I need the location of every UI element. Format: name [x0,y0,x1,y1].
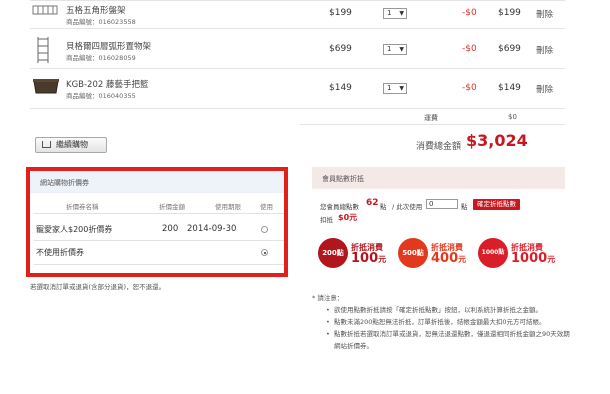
discount-value: -$0 [462,8,477,18]
coupon-radio[interactable] [261,226,268,233]
deduct-value: $0元 [338,213,358,222]
delete-link[interactable]: 刪除 [536,44,553,56]
total-value: $3,024 [466,131,528,150]
product-name[interactable]: KGB-202 藤藝手把籃 [66,78,149,90]
discount-value: -$0 [462,44,477,54]
cart-icon [42,141,51,148]
chevron-down-icon: ▼ [399,46,404,53]
note-item: 點數未滿200點恕無法折抵，訂單折抵後，結帳金額最大扣0元方可結帳。 [312,316,572,328]
points-badge-500: 500點 折抵消費 400元 [398,238,478,268]
points-have-value: 62 [366,198,379,208]
product-code: 商品編號：016040355 [66,92,136,100]
shipping-value: $0 [508,113,517,121]
col-coupon-amount: 折價金額 [159,203,185,211]
note-item: 欲使用點數折抵請按「確定折抵點數」按鈕，以利系統計算折抵之金額。 [312,304,572,316]
delete-link[interactable]: 刪除 [536,8,553,20]
col-coupon-use: 使用 [260,203,273,211]
coupon-name: 寵愛家人$200折價券 [36,225,113,234]
chevron-down-icon: ▼ [399,10,404,17]
product-price: $199 [329,8,352,18]
confirm-points-button[interactable]: 確定折抵點數 [473,199,520,210]
no-coupon-radio[interactable] [261,249,268,256]
deduct-label: 扣抵 [320,216,333,224]
subtotal-value: $699 [498,44,521,54]
note-item: 點數折抵若選取消訂單或退貨，恕無法退還點數，僅退還相同折抵金額之90天效期網站折… [312,328,572,352]
product-price: $149 [329,83,352,93]
points-badge-200: 200點 折抵消費 100元 [318,238,398,268]
points-panel-title: 會員點數折抵 [312,167,565,189]
product-code: 商品編號：016023558 [66,18,136,26]
continue-shopping-button[interactable]: 繼續購物 [35,137,107,153]
total-label: 消費總金額 [416,142,462,152]
dish-rack-thumbnail [32,5,58,15]
points-unit: 點 [380,203,387,211]
notes-section: * 請注意： 欲使用點數折抵請按「確定折抵點數」按鈕，以利系統計算折抵之金額。 … [312,292,572,352]
discount-value: -$0 [462,83,477,93]
coupon-panel-title: 網站購物折價券 [30,171,284,193]
points-have-label: 您會員總點數 [320,203,359,211]
product-code: 商品編號：016028059 [66,54,136,62]
points-use-label: / 此次使用 [392,203,423,211]
points-input[interactable]: 0 [426,199,458,209]
shipping-label: 運費 [424,114,438,122]
partial-note: 若選取消訂單或退貨(含部分退貨)，恕不退還。 [30,283,166,291]
basket-thumbnail [33,79,59,94]
quantity-select[interactable]: 1 ▼ [383,8,407,19]
product-name[interactable]: 貝格爾四層弧形置物架 [66,40,151,52]
chevron-down-icon: ▼ [399,85,404,92]
subtotal-value: $199 [498,8,521,18]
points-unit-2: 點 [461,203,468,211]
coupon-panel: 網站購物折價券 折價券名稱 折價金額 使用期限 使用 寵愛家人$200折價券 2… [26,167,288,277]
shelf-thumbnail [37,37,49,63]
subtotal-value: $149 [498,83,521,93]
product-price: $699 [329,44,352,54]
coupon-amount: 200 [162,224,179,234]
points-badge-1000: 1000點 折抵消費 1000元 [478,238,558,268]
notes-heading: * 請注意： [312,294,344,302]
no-coupon-label: 不使用折價券 [36,248,84,257]
quantity-select[interactable]: 1 ▼ [383,83,407,94]
col-coupon-expiry: 使用期限 [215,203,241,211]
delete-link[interactable]: 刪除 [536,83,553,95]
quantity-select[interactable]: 1 ▼ [383,44,407,55]
coupon-expiry: 2014-09-30 [187,224,237,234]
col-coupon-name: 折價券名稱 [66,203,99,211]
product-name[interactable]: 五格五角形盤架 [66,4,126,16]
cart-row: KGB-202 藤藝手把籃 商品編號：016040355 $149 1 ▼ -$0… [0,74,610,111]
